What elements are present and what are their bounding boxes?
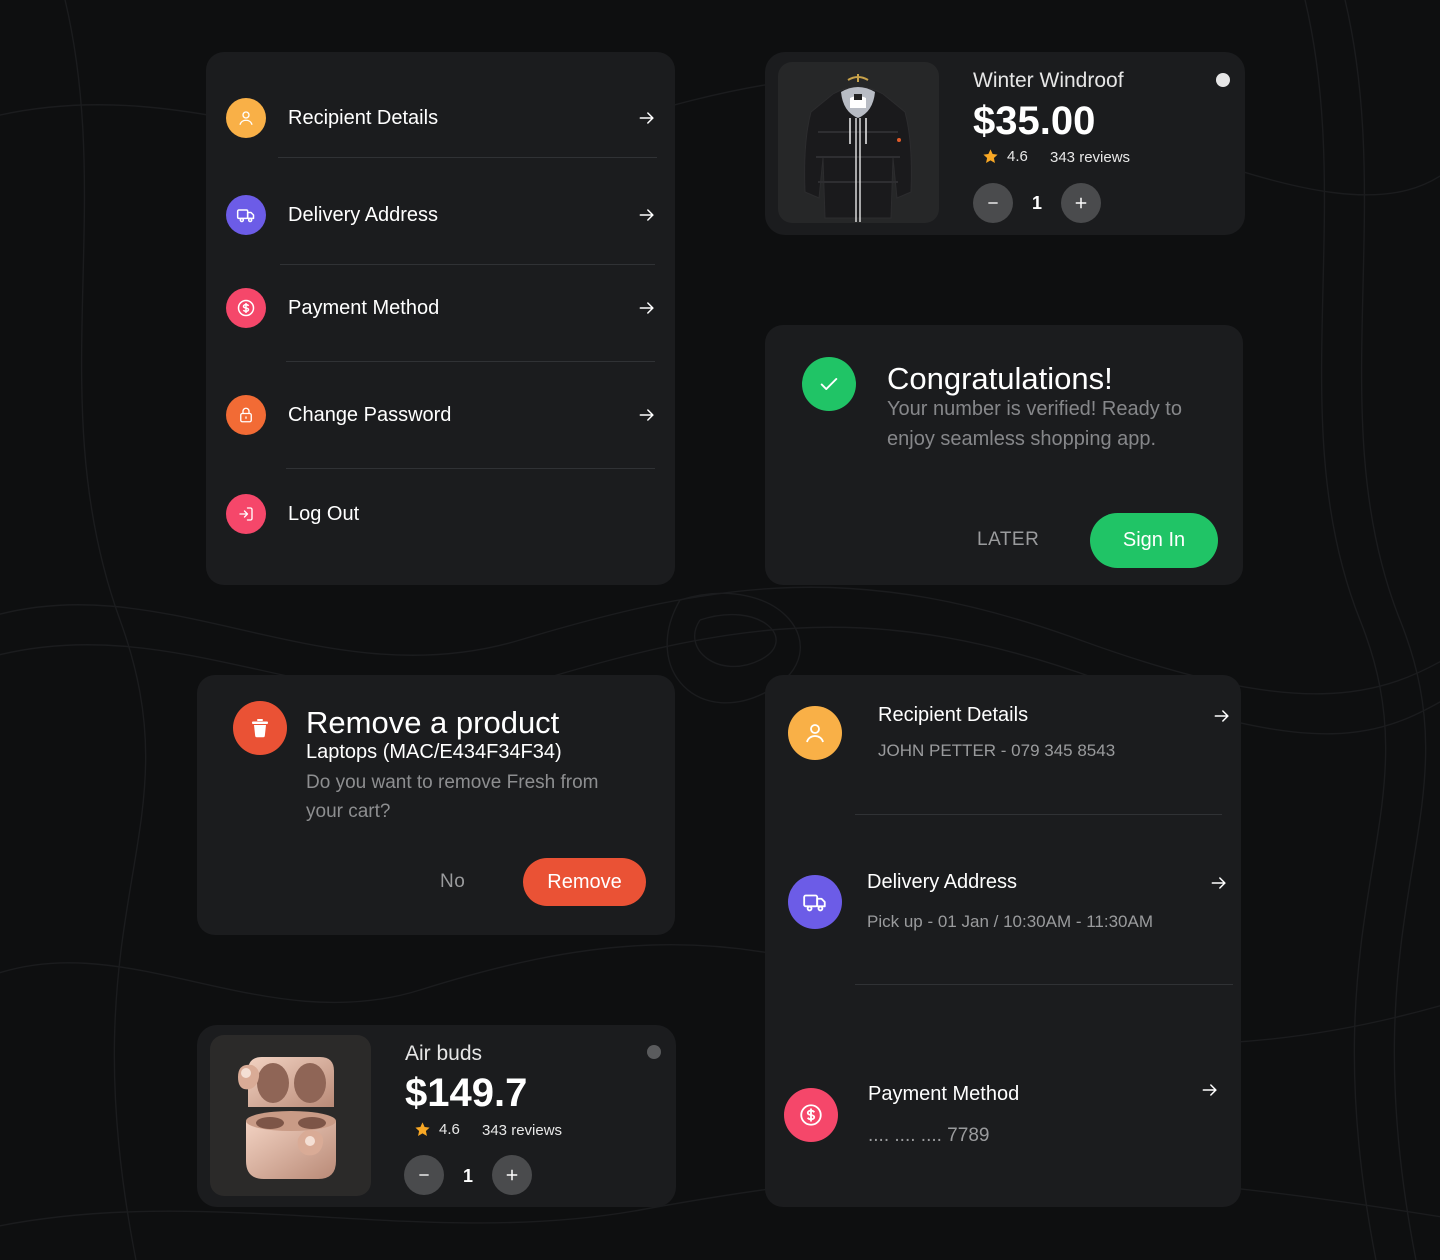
logout-icon (226, 494, 266, 534)
dialog-title: Congratulations! (887, 361, 1113, 396)
divider (855, 984, 1233, 985)
check-icon (802, 357, 856, 411)
decrease-quantity-button[interactable] (404, 1155, 444, 1195)
divider (286, 468, 655, 469)
verification-success-dialog: Congratulations! Your number is verified… (765, 325, 1243, 585)
section-title: Payment Method (868, 1083, 1020, 1105)
arrow-right-icon (639, 209, 654, 221)
truck-icon (788, 875, 842, 929)
recipient-info: JOHN PETTER - 079 345 8543 (878, 741, 1116, 760)
product-card-jacket[interactable]: Winter Windroof $35.00 4.6 343 reviews 1 (765, 52, 1245, 235)
divider (280, 264, 655, 265)
profile-menu-card: Recipient Details Delivery Address Payme… (206, 52, 675, 585)
trash-icon (233, 701, 287, 755)
menu-item-label: Delivery Address (288, 203, 439, 226)
quantity-value: 1 (1031, 193, 1042, 213)
arrow-right-icon[interactable] (1209, 873, 1229, 893)
jacket-image (778, 62, 939, 223)
review-count: 343 reviews (482, 1122, 563, 1139)
lock-icon (226, 395, 266, 435)
decrease-quantity-button[interactable] (973, 183, 1013, 223)
product-name: Winter Windroof (973, 69, 1124, 92)
menu-item-log-out[interactable]: Log Out (226, 494, 657, 534)
delivery-info: Pick up - 01 Jan / 10:30AM - 11:30AM (867, 912, 1153, 931)
star-icon (415, 1122, 430, 1136)
arrow-right-icon[interactable] (1212, 706, 1232, 726)
menu-item-label: Log Out (288, 502, 360, 525)
dollar-icon (226, 288, 266, 328)
card-number: .... .... .... 7789 (868, 1125, 990, 1146)
increase-quantity-button[interactable] (1061, 183, 1101, 223)
arrow-right-icon (639, 112, 654, 124)
dollar-icon (784, 1088, 838, 1142)
divider (278, 157, 657, 158)
arrow-right-icon (639, 302, 654, 314)
dialog-message: Do you want to remove Fresh from your ca… (306, 772, 599, 822)
section-title: Recipient Details (878, 704, 1029, 726)
rating: 4.6 (414, 1121, 460, 1138)
earbuds-image (210, 1035, 371, 1196)
menu-item-payment-method[interactable]: Payment Method (226, 288, 657, 328)
product-price: $149.7 (405, 1071, 528, 1115)
minus-icon (419, 1174, 429, 1176)
user-icon (788, 706, 842, 760)
minus-icon (988, 202, 998, 204)
product-identifier: Laptops (MAC/E434F34F34) (306, 741, 562, 763)
product-price: $35.00 (973, 99, 1096, 143)
truck-icon (226, 195, 266, 235)
checkout-details-card: Recipient Details JOHN PETTER - 079 345 … (765, 675, 1241, 1207)
sign-in-button[interactable]: Sign In (1090, 513, 1218, 568)
dialog-title: Remove a product (306, 705, 560, 740)
divider (286, 361, 655, 362)
plus-icon (1075, 197, 1087, 209)
menu-item-label: Change Password (288, 403, 452, 426)
later-button[interactable]: LATER (977, 529, 1039, 551)
no-button[interactable]: No (440, 871, 465, 893)
rating: 4.6 (982, 148, 1028, 165)
review-count: 343 reviews (1050, 149, 1131, 166)
menu-item-change-password[interactable]: Change Password (226, 395, 657, 435)
menu-item-recipient-details[interactable]: Recipient Details (226, 98, 657, 138)
rating-value: 4.6 (1007, 148, 1028, 165)
section-title: Delivery Address (867, 871, 1018, 893)
user-icon (226, 98, 266, 138)
star-icon (983, 149, 998, 163)
product-card-earbuds[interactable]: Air buds $149.7 4.6 343 reviews 1 (197, 1025, 676, 1207)
dialog-message: Your number is verified! Ready to enjoy … (887, 398, 1182, 450)
remove-product-dialog: Remove a product Laptops (MAC/E434F34F34… (197, 675, 675, 935)
rating-value: 4.6 (439, 1121, 460, 1138)
remove-button[interactable]: Remove (523, 858, 646, 906)
menu-item-label: Payment Method (288, 296, 440, 319)
plus-icon (506, 1169, 518, 1181)
menu-item-delivery-address[interactable]: Delivery Address (226, 195, 657, 235)
product-name: Air buds (405, 1042, 483, 1065)
select-indicator[interactable] (1216, 73, 1230, 87)
arrow-right-icon[interactable] (1200, 1080, 1220, 1100)
arrow-right-icon (639, 409, 654, 421)
menu-item-label: Recipient Details (288, 106, 439, 129)
increase-quantity-button[interactable] (492, 1155, 532, 1195)
divider (855, 814, 1222, 815)
select-indicator[interactable] (647, 1045, 661, 1059)
quantity-value: 1 (462, 1166, 473, 1186)
